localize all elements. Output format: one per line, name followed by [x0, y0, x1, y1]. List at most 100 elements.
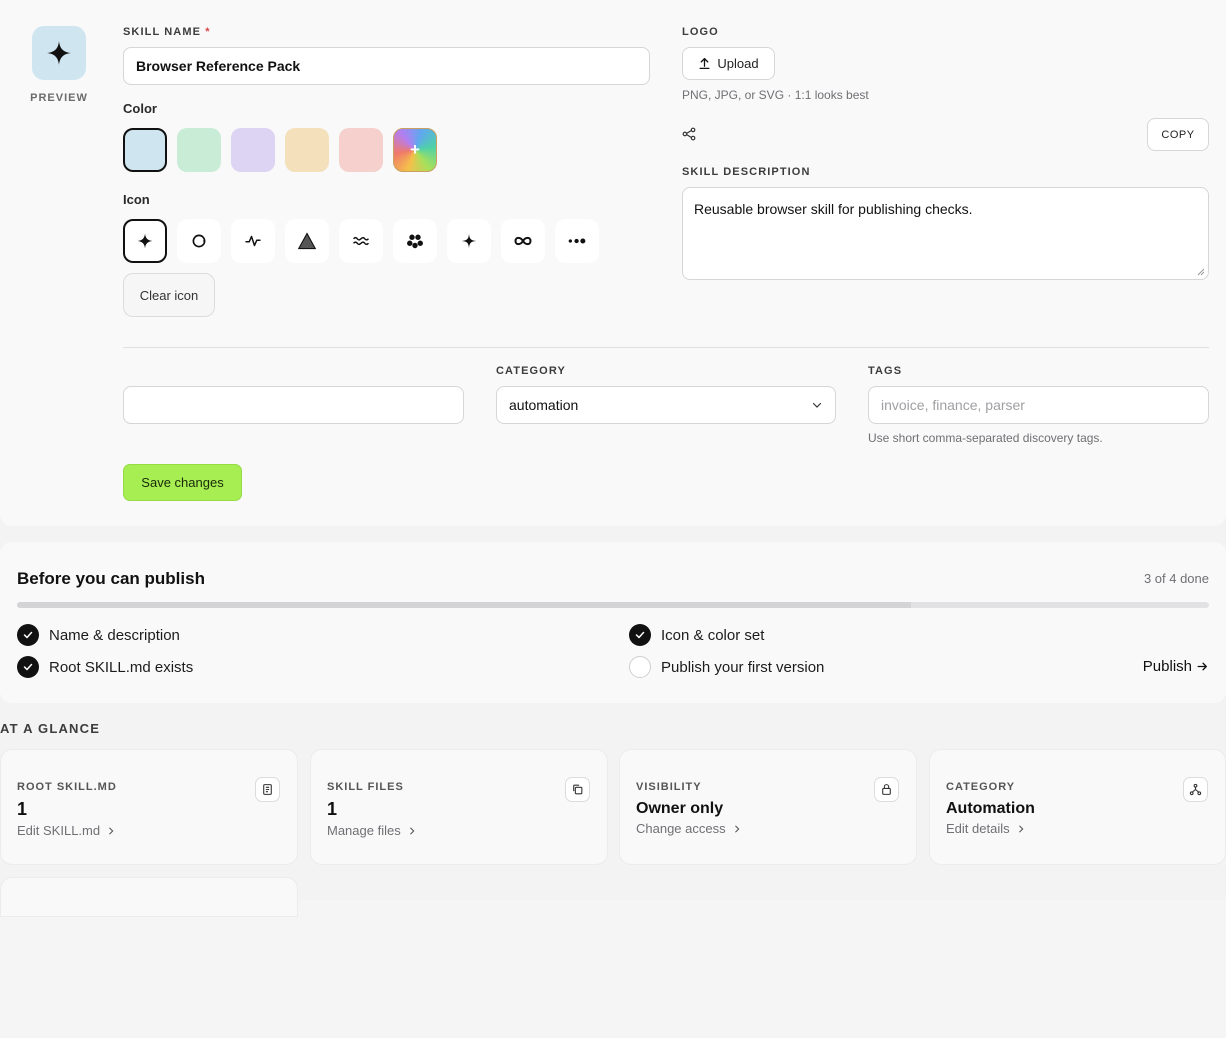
- glance-card-label: ROOT SKILL.MD: [17, 781, 117, 793]
- skill-name-input[interactable]: Browser Reference Pack: [123, 47, 650, 85]
- clear-icon-button[interactable]: Clear icon: [123, 273, 215, 317]
- sparkle-icon: [47, 41, 71, 65]
- icon-option-sparkle[interactable]: [123, 219, 167, 263]
- glance-card-link-label: Change access: [636, 821, 726, 836]
- preview-label: PREVIEW: [30, 92, 88, 104]
- checklist-item-label: Publish your first version: [661, 658, 825, 676]
- publish-checklist-card: Before you can publish 3 of 4 done Name …: [0, 542, 1226, 703]
- publish-count: 3 of 4 done: [1143, 571, 1209, 586]
- document-icon: [255, 777, 280, 802]
- category-label: CATEGORY: [496, 365, 566, 377]
- more-dots-icon: [568, 238, 586, 244]
- checklist-item: Publish your first version: [629, 656, 824, 678]
- icon-option-waves[interactable]: [339, 219, 383, 263]
- copy-button[interactable]: COPY: [1147, 118, 1209, 151]
- chevron-right-icon: [1018, 825, 1024, 832]
- skill-name-label: SKILL NAME *: [123, 26, 211, 38]
- icon-option-more[interactable]: [555, 219, 599, 263]
- chevron-right-icon: [409, 827, 415, 834]
- infinity-icon: [514, 236, 532, 246]
- icon-option-infinity[interactable]: [501, 219, 545, 263]
- description-label: SKILL DESCRIPTION: [682, 166, 811, 178]
- lock-icon: [874, 777, 899, 802]
- logo-hint: PNG, JPG, or SVG · 1:1 looks best: [682, 88, 869, 102]
- sparkle-small-icon: [461, 233, 477, 249]
- unlabeled-input[interactable]: [123, 386, 464, 424]
- glance-card-label: VISIBILITY: [636, 781, 702, 793]
- resize-grip-icon[interactable]: [1197, 268, 1205, 276]
- pulse-icon: [245, 235, 261, 247]
- upload-button[interactable]: Upload: [682, 47, 775, 80]
- glance-card-value: 1: [327, 799, 338, 819]
- save-button[interactable]: Save changes: [123, 464, 242, 501]
- logo-label: LOGO: [682, 26, 719, 38]
- icon-option-pulse[interactable]: [231, 219, 275, 263]
- copy-icon: [565, 777, 590, 802]
- waves-icon: [352, 236, 370, 246]
- tags-label: TAGS: [868, 365, 903, 377]
- category-select-value: automation: [509, 397, 579, 413]
- color-swatch-green[interactable]: [177, 128, 221, 172]
- glance-card-link-label: Edit details: [946, 821, 1010, 836]
- tags-hint: Use short comma-separated discovery tags…: [868, 431, 1103, 445]
- color-label: Color: [123, 101, 157, 116]
- icon-label: Icon: [123, 192, 150, 207]
- check-done-icon: [629, 624, 651, 646]
- arrow-right-icon: [1197, 662, 1207, 671]
- description-text: Reusable browser skill for publishing ch…: [694, 201, 973, 217]
- color-swatch-yellow[interactable]: [285, 128, 329, 172]
- share-icon[interactable]: [682, 127, 696, 141]
- custom-color-button[interactable]: +: [393, 128, 437, 172]
- check-done-icon: [17, 624, 39, 646]
- required-mark: *: [205, 26, 211, 38]
- publish-title: Before you can publish: [17, 569, 205, 588]
- plus-icon: +: [410, 140, 420, 159]
- change-access-link[interactable]: Change access: [636, 821, 742, 836]
- color-swatch-pink[interactable]: [339, 128, 383, 172]
- glance-card-value: 1: [17, 799, 28, 819]
- page-background: [0, 900, 1226, 1038]
- triangle-icon: [298, 232, 316, 250]
- chevron-right-icon: [734, 825, 740, 832]
- checklist-item: Icon & color set: [629, 624, 764, 646]
- icon-option-sparkle-small[interactable]: [447, 219, 491, 263]
- checklist-item-label: Name & description: [49, 626, 180, 644]
- publish-link-label: Publish: [1142, 658, 1192, 675]
- upload-icon: [699, 57, 710, 70]
- sparkle-icon: [137, 233, 153, 249]
- icon-option-dots-cluster[interactable]: [393, 219, 437, 263]
- edit-skill-md-link[interactable]: Edit SKILL.md: [17, 823, 116, 838]
- at-a-glance-heading: AT A GLANCE: [0, 721, 101, 736]
- glance-card-visibility: VISIBILITY Owner only Change access: [619, 749, 917, 865]
- checklist-item: Root SKILL.md exists: [17, 656, 193, 678]
- refresh-circle-icon: [192, 234, 206, 248]
- icon-option-refresh[interactable]: [177, 219, 221, 263]
- publish-progress-bar: [17, 602, 1209, 608]
- icon-option-triangle[interactable]: [285, 219, 329, 263]
- glance-card-link-label: Edit SKILL.md: [17, 823, 101, 838]
- manage-files-link[interactable]: Manage files: [327, 823, 417, 838]
- glance-card-root-skill: ROOT SKILL.MD 1 Edit SKILL.md: [0, 749, 298, 865]
- glance-card-partial: [0, 877, 298, 917]
- color-swatch-blue[interactable]: [123, 128, 167, 172]
- checklist-item-label: Root SKILL.md exists: [49, 658, 194, 676]
- color-swatch-purple[interactable]: [231, 128, 275, 172]
- glance-card-category: CATEGORY Automation Edit details: [929, 749, 1226, 865]
- glance-card-label: CATEGORY: [946, 781, 1016, 793]
- skill-name-label-text: SKILL NAME: [123, 26, 202, 38]
- glance-card-skill-files: SKILL FILES 1 Manage files: [310, 749, 608, 865]
- skill-editor-card: PREVIEW SKILL NAME * Browser Reference P…: [0, 0, 1226, 526]
- dots-cluster-icon: [407, 234, 423, 249]
- tags-input[interactable]: invoice, finance, parser: [868, 386, 1209, 424]
- publish-progress-fill: [17, 602, 911, 608]
- glance-card-label: SKILL FILES: [327, 781, 404, 793]
- chevron-down-icon: [812, 402, 822, 408]
- description-textarea[interactable]: Reusable browser skill for publishing ch…: [682, 187, 1209, 280]
- glance-card-link-label: Manage files: [327, 823, 401, 838]
- glance-card-value: Owner only: [636, 800, 724, 817]
- publish-link[interactable]: Publish: [1143, 658, 1209, 675]
- category-select[interactable]: automation: [496, 386, 836, 424]
- glance-card-value: Automation: [946, 800, 1035, 817]
- check-done-icon: [17, 656, 39, 678]
- edit-details-link[interactable]: Edit details: [946, 821, 1026, 836]
